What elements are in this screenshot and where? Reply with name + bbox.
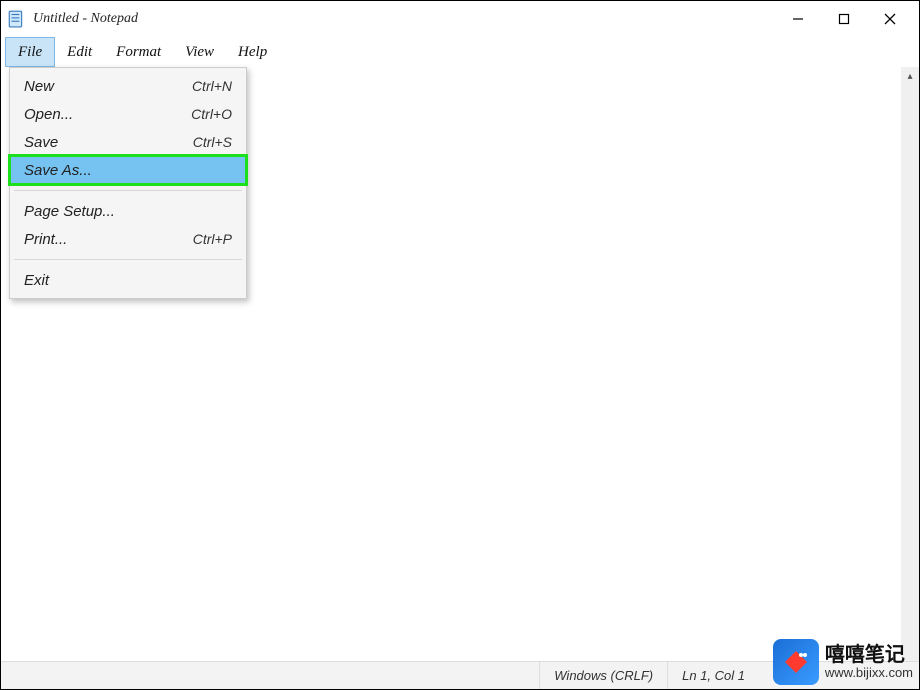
close-button[interactable]: [867, 3, 913, 35]
menu-item-label: Open...: [24, 106, 73, 123]
menu-file[interactable]: File: [5, 37, 55, 67]
file-menu-save-as[interactable]: Save As...: [10, 156, 246, 184]
menu-format[interactable]: Format: [104, 37, 173, 67]
menu-edit[interactable]: Edit: [55, 37, 104, 67]
status-line-ending: Windows (CRLF): [539, 662, 667, 689]
menu-item-label: Save: [24, 134, 58, 151]
minimize-button[interactable]: [775, 3, 821, 35]
menu-item-shortcut: Ctrl+O: [191, 106, 232, 122]
menu-separator: [14, 259, 242, 260]
file-menu-open[interactable]: Open... Ctrl+O: [10, 100, 246, 128]
menu-item-shortcut: Ctrl+S: [193, 134, 232, 150]
menu-separator: [14, 190, 242, 191]
file-menu-page-setup[interactable]: Page Setup...: [10, 197, 246, 225]
scroll-up-icon[interactable]: ▴: [901, 67, 919, 85]
file-menu-save[interactable]: Save Ctrl+S: [10, 128, 246, 156]
file-menu-dropdown: New Ctrl+N Open... Ctrl+O Save Ctrl+S Sa…: [9, 67, 247, 299]
file-menu-new[interactable]: New Ctrl+N: [10, 72, 246, 100]
window-title: Untitled - Notepad: [33, 11, 138, 27]
menu-item-label: Print...: [24, 231, 67, 248]
menubar: File Edit Format View Help: [1, 37, 919, 67]
menu-view[interactable]: View: [173, 37, 226, 67]
file-menu-print[interactable]: Print... Ctrl+P: [10, 225, 246, 253]
titlebar: Untitled - Notepad: [1, 1, 919, 37]
file-menu-exit[interactable]: Exit: [10, 266, 246, 294]
menu-item-label: New: [24, 78, 54, 95]
watermark-logo-icon: [773, 639, 819, 685]
watermark-title: 嘻嘻笔记: [825, 644, 913, 666]
menu-item-label: Save As...: [24, 162, 92, 179]
watermark: 嘻嘻笔记 www.bijixx.com: [773, 639, 913, 685]
watermark-url: www.bijixx.com: [825, 666, 913, 680]
menu-item-shortcut: Ctrl+N: [192, 78, 232, 94]
vertical-scrollbar[interactable]: ▴: [901, 67, 919, 661]
menu-item-shortcut: Ctrl+P: [193, 231, 232, 247]
maximize-button[interactable]: [821, 3, 867, 35]
menu-item-label: Page Setup...: [24, 203, 115, 220]
menu-item-label: Exit: [24, 272, 49, 289]
window-controls: [775, 3, 913, 35]
notepad-icon: [7, 10, 25, 28]
menu-help[interactable]: Help: [226, 37, 279, 67]
status-cursor-position: Ln 1, Col 1: [667, 662, 759, 689]
